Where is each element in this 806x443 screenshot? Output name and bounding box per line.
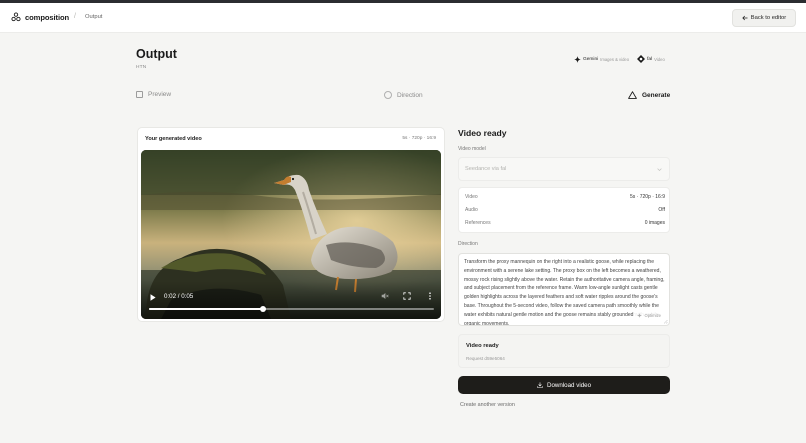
summary-value: 5s · 720p · 16:9 [629,194,665,200]
checkbox-icon [136,91,143,98]
step-preview[interactable]: Preview [136,91,171,98]
arrow-left-icon [742,15,748,21]
summary-key: Audio [465,207,478,213]
status-card: Video ready Request d59e5064 [458,334,670,368]
provider-desc: Images & video [600,56,630,62]
breadcrumb[interactable]: Output [85,14,102,20]
direction-textarea[interactable]: Transform the proxy mannequin on the rig… [458,253,670,326]
video-model-value: Seedance via fal [465,166,507,172]
download-label: Download video [546,381,592,389]
play-icon[interactable] [150,294,156,301]
step-generate-label: Generate [642,91,671,99]
chevron-down-icon [657,168,662,171]
settings-summary: Video 5s · 720p · 16:9 Audio Off Referen… [458,187,670,233]
create-another-version-link[interactable]: Create another version [460,402,515,408]
summary-value: Off [658,207,665,213]
seek-bar-progress [149,308,263,310]
volume-muted-icon[interactable] [381,292,389,300]
triangle-icon [628,91,637,99]
request-id: Request d59e5064 [466,356,505,361]
seek-bar-handle[interactable] [260,306,266,312]
video-meta: 5s · 720p · 16:9 [402,136,436,141]
sparkle-icon [637,313,643,318]
video-card: Your generated video 5s · 720p · 16:9 0:… [137,127,445,322]
player-controls-scrim [141,281,441,319]
provider-fal: fal Video [637,55,665,63]
video-player[interactable]: 0:02 / 0:05 [141,150,441,319]
optimize-label: Optimize [644,313,661,318]
step-direction-label: Direction [397,91,423,99]
summary-key: Video [465,194,478,200]
back-to-editor-button[interactable]: Back to editor [732,9,796,27]
status-title: Video ready [466,343,499,349]
provider-name: Gemini [583,56,599,62]
direction-label: Direction [458,241,478,247]
step-tracker: Preview Direction Generate [136,91,671,105]
summary-row-audio: Audio Off [465,207,665,216]
summary-row-references: References 0 images [465,220,665,229]
download-video-button[interactable]: Download video [458,376,670,394]
panel-title: Video ready [458,128,507,138]
resize-handle-icon[interactable] [663,319,668,324]
seek-bar[interactable] [149,306,434,312]
breadcrumb-separator: / [74,13,76,20]
fullscreen-icon[interactable] [403,292,411,300]
fal-logo-icon [637,55,646,63]
provider-gemini: Gemini Images & video [574,55,630,63]
provider-list: Gemini Images & video fal Video [574,55,665,63]
step-direction[interactable]: Direction [384,91,423,99]
video-model-select[interactable]: Seedance via fal [458,157,670,181]
page-subtitle: HTN [136,65,147,70]
video-model-label: Video model [458,146,486,152]
summary-row-video: Video 5s · 720p · 16:9 [465,194,665,203]
diamond-sparkle-icon [574,55,581,63]
circle-icon [384,91,392,99]
provider-desc: Video [654,56,665,62]
back-button-label: Back to editor [750,15,787,21]
optimize-button[interactable]: Optimize [635,312,663,319]
step-preview-label: Preview [148,91,172,98]
download-icon [537,382,543,388]
summary-value: 0 images [644,220,665,226]
app-header: composition / Output Back to editor [0,3,806,33]
summary-key: References [465,220,491,226]
provider-name: fal [647,56,653,62]
video-card-title: Your generated video [145,136,202,142]
brand-name: composition [25,12,70,22]
brand-logo[interactable]: composition [11,12,69,22]
page-title: Output [136,47,177,61]
playback-time: 0:02 / 0:05 [164,293,194,300]
more-vertical-icon[interactable] [426,292,434,300]
step-generate[interactable]: Generate [628,91,670,99]
composition-logo-icon [11,12,21,22]
